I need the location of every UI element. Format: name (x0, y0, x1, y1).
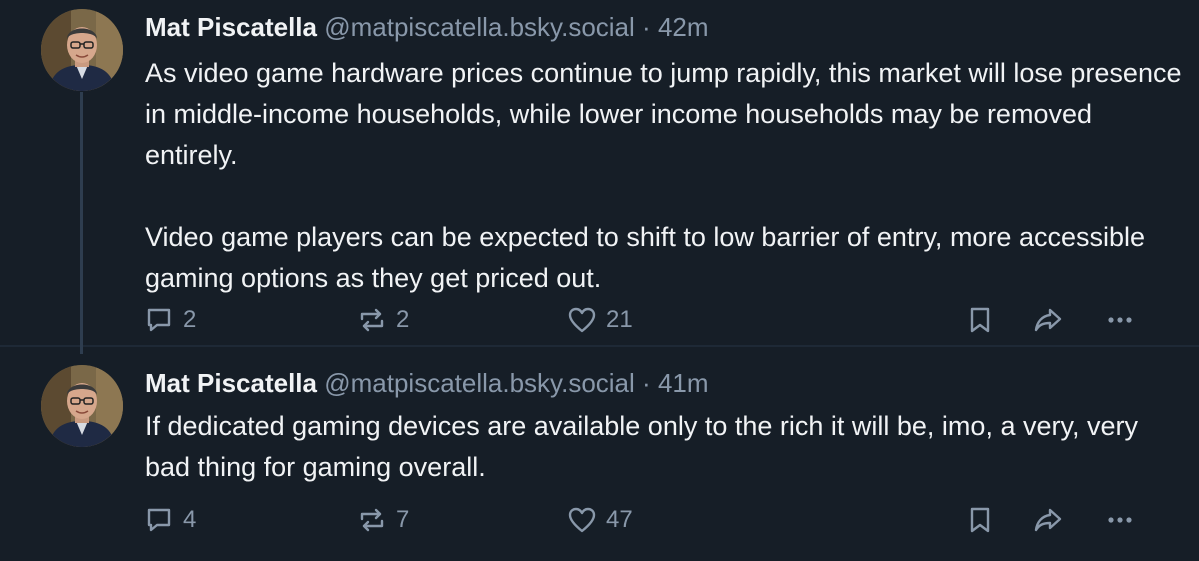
reply-icon (147, 308, 171, 332)
author-name[interactable]: Mat Piscatella (145, 368, 317, 398)
repost-icon (360, 308, 384, 332)
bookmark-icon (970, 307, 990, 333)
post-2[interactable]: Mat Piscatella @matpiscatella.bsky.socia… (0, 347, 1199, 561)
author-name[interactable]: Mat Piscatella (145, 12, 317, 42)
like-button[interactable]: 47 (566, 500, 633, 540)
reply-button[interactable]: 4 (143, 500, 196, 540)
like-count: 47 (606, 506, 633, 533)
repost-count: 2 (396, 306, 410, 333)
avatar[interactable] (41, 9, 123, 91)
post-header: Mat Piscatella @matpiscatella.bsky.socia… (145, 11, 709, 43)
bookmark-button[interactable] (964, 300, 996, 340)
share-button[interactable] (1032, 500, 1064, 540)
more-icon (1108, 317, 1132, 323)
heart-icon (568, 507, 596, 533)
repost-count: 7 (396, 506, 410, 533)
bookmark-button[interactable] (964, 500, 996, 540)
reply-count: 4 (183, 506, 197, 533)
post-actions: 2 2 21 (0, 300, 1199, 340)
more-icon (1108, 517, 1132, 523)
post-text: If dedicated gaming devices are availabl… (145, 411, 1146, 482)
more-button[interactable] (1104, 500, 1136, 540)
separator: · (642, 368, 651, 398)
separator: · (642, 12, 651, 42)
share-button[interactable] (1032, 300, 1064, 340)
post-1[interactable]: Mat Piscatella @matpiscatella.bsky.socia… (0, 0, 1199, 354)
heart-icon (568, 307, 596, 333)
more-button[interactable] (1104, 300, 1136, 340)
repost-icon (360, 508, 384, 532)
bookmark-icon (970, 507, 990, 533)
post-time[interactable]: 41m (658, 368, 709, 398)
post-header: Mat Piscatella @matpiscatella.bsky.socia… (145, 367, 709, 399)
post-text: As video game hardware prices continue t… (145, 58, 1182, 293)
author-handle[interactable]: @matpiscatella.bsky.social (324, 12, 635, 42)
author-handle[interactable]: @matpiscatella.bsky.social (324, 368, 635, 398)
share-icon (1034, 508, 1062, 532)
reply-icon (147, 508, 171, 532)
like-button[interactable]: 21 (566, 300, 633, 340)
like-count: 21 (606, 306, 633, 333)
repost-button[interactable]: 2 (356, 300, 409, 340)
post-time[interactable]: 42m (658, 12, 709, 42)
reply-count: 2 (183, 306, 197, 333)
avatar[interactable] (41, 365, 123, 447)
share-icon (1034, 308, 1062, 332)
reply-button[interactable]: 2 (143, 300, 196, 340)
repost-button[interactable]: 7 (356, 500, 409, 540)
post-actions: 4 7 47 (0, 500, 1199, 540)
